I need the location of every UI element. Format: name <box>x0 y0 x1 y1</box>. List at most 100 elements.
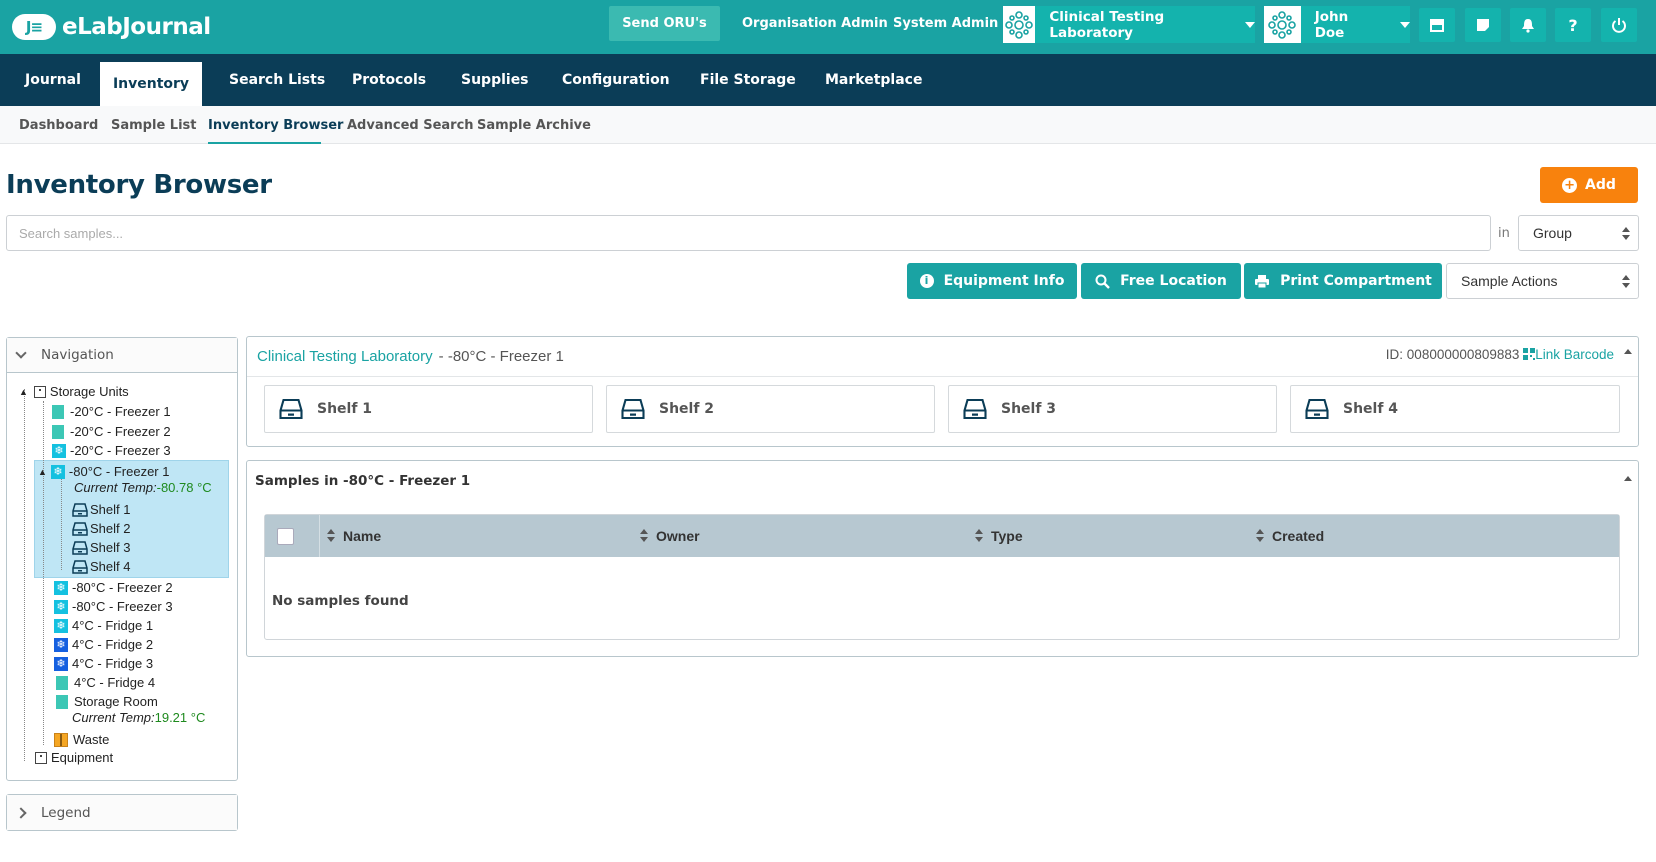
tree-shelf[interactable]: Shelf 1 <box>72 500 130 519</box>
tree-shelf[interactable]: Shelf 2 <box>72 519 130 538</box>
subnav-sample-list[interactable]: Sample List <box>111 118 196 133</box>
subnav-advanced-search[interactable]: Advanced Search <box>347 118 474 133</box>
add-button[interactable]: + Add <box>1540 167 1638 203</box>
tree-item[interactable]: 4°C - Fridge 4 <box>56 673 155 692</box>
nav-marketplace[interactable]: Marketplace <box>825 54 922 106</box>
tree-item-label: 4°C - Fridge 4 <box>74 675 156 690</box>
shelf-icon <box>963 398 987 420</box>
collapse-icon[interactable] <box>1624 476 1632 481</box>
lab-selector[interactable]: Clinical Testing Laboratory <box>1003 6 1255 43</box>
shelf-card-1[interactable]: Shelf 1 <box>264 385 593 433</box>
link-barcode-link[interactable]: Link Barcode <box>1523 347 1614 362</box>
snowflake-icon: ❄ <box>54 599 68 614</box>
tree-root-equipment[interactable]: Equipment <box>35 748 113 767</box>
tree-root-storage-units[interactable]: ▲ Storage Units <box>19 382 129 401</box>
help-icon[interactable]: ? <box>1555 8 1591 42</box>
tree-item[interactable]: -20°C - Freezer 2 <box>52 422 171 441</box>
tree-connector <box>24 389 25 761</box>
sample-actions-select[interactable]: Sample Actions <box>1446 263 1639 299</box>
main-nav: Journal Inventory Search Lists Protocols… <box>0 54 1656 106</box>
nav-journal[interactable]: Journal <box>25 54 81 106</box>
nav-configuration[interactable]: Configuration <box>562 54 670 106</box>
printer-icon <box>1255 274 1270 288</box>
user-menu[interactable]: John Doe <box>1264 6 1410 43</box>
column-owner[interactable]: Owner <box>640 528 700 544</box>
tree-item-label: Storage Room <box>74 694 158 709</box>
legend-panel-header[interactable]: Legend <box>7 795 237 830</box>
nav-inventory[interactable]: Inventory <box>100 62 202 106</box>
sample-actions-value: Sample Actions <box>1461 273 1558 289</box>
link-barcode-label: Link Barcode <box>1535 347 1614 362</box>
equipment-info-button[interactable]: i Equipment Info <box>907 263 1077 299</box>
sort-icon <box>327 529 335 543</box>
waste-icon <box>54 732 68 747</box>
organisation-admin-link[interactable]: Organisation Admin <box>742 16 888 31</box>
print-compartment-button[interactable]: Print Compartment <box>1244 263 1442 299</box>
shelf-card-3[interactable]: Shelf 3 <box>948 385 1277 433</box>
tree-item[interactable]: ❄ 4°C - Fridge 1 <box>54 616 153 635</box>
freezer-id: ID: 008000000809883 Link Barcode <box>1386 347 1614 362</box>
app-logo[interactable]: J≡ eLabJournal <box>12 12 211 42</box>
subnav-inventory-browser[interactable]: Inventory Browser <box>208 118 343 133</box>
user-name: John Doe <box>1314 8 1349 41</box>
shelf-card-label: Shelf 4 <box>1343 401 1399 417</box>
tree-item[interactable]: ❄ -20°C - Freezer 3 <box>52 441 171 460</box>
snowflake-icon: ❄ <box>54 618 68 633</box>
navigation-panel-header[interactable]: Navigation <box>7 338 237 373</box>
room-icon <box>56 694 68 709</box>
nav-supplies[interactable]: Supplies <box>461 54 529 106</box>
tree-item[interactable]: ❄ 4°C - Fridge 3 <box>54 654 153 673</box>
store-icon[interactable] <box>1419 8 1455 42</box>
sub-nav: Dashboard Sample List Inventory Browser … <box>0 106 1656 144</box>
column-name-label: Name <box>343 528 382 544</box>
tree-item-label: Waste <box>73 732 110 747</box>
power-icon[interactable] <box>1601 8 1637 42</box>
scope-select[interactable]: Group <box>1518 215 1639 251</box>
nav-protocols[interactable]: Protocols <box>352 54 426 106</box>
tree-item-label: -20°C - Freezer 3 <box>70 443 171 458</box>
free-location-button[interactable]: Free Location <box>1081 263 1241 299</box>
print-compartment-label: Print Compartment <box>1280 273 1432 289</box>
send-oru-button[interactable]: Send ORU's <box>609 6 720 41</box>
system-admin-link[interactable]: System Admin <box>893 16 998 31</box>
search-samples-input[interactable] <box>6 215 1491 251</box>
column-name[interactable]: Name <box>327 528 381 544</box>
select-all-checkbox[interactable] <box>277 528 294 545</box>
nav-file-storage[interactable]: File Storage <box>700 54 796 106</box>
subnav-dashboard[interactable]: Dashboard <box>19 118 98 133</box>
current-temp-value: -80.78 °C <box>156 480 212 495</box>
tree-item[interactable]: -20°C - Freezer 1 <box>52 402 171 421</box>
tree-item[interactable]: ❄ -80°C - Freezer 3 <box>54 597 173 616</box>
search-icon <box>1095 274 1110 289</box>
tree-connector <box>43 401 44 745</box>
tree-item-label: 4°C - Fridge 1 <box>72 618 154 633</box>
snowflake-icon: ❄ <box>52 443 66 458</box>
tree-item[interactable]: Waste <box>54 730 109 749</box>
free-location-label: Free Location <box>1120 273 1227 289</box>
shelf-icon <box>72 502 88 517</box>
sort-icon <box>640 529 648 543</box>
logo-text: eLabJournal <box>62 14 211 40</box>
nav-search-lists[interactable]: Search Lists <box>229 54 325 106</box>
tree-shelf[interactable]: Shelf 4 <box>72 557 130 576</box>
bell-icon[interactable] <box>1510 8 1546 42</box>
breadcrumb-lab-link[interactable]: Clinical Testing Laboratory <box>257 348 433 365</box>
column-type[interactable]: Type <box>975 528 1023 544</box>
legend-panel[interactable]: Legend <box>6 794 238 831</box>
empty-state-message: No samples found <box>272 593 409 609</box>
tree-item-label: -80°C - Freezer 3 <box>72 599 173 614</box>
shelf-card-4[interactable]: Shelf 4 <box>1290 385 1620 433</box>
tree-item[interactable]: ❄ 4°C - Fridge 2 <box>54 635 153 654</box>
shelf-card-2[interactable]: Shelf 2 <box>606 385 935 433</box>
column-created[interactable]: Created <box>1256 528 1324 544</box>
note-icon[interactable] <box>1465 8 1501 42</box>
plus-circle-icon: + <box>1562 177 1578 193</box>
lab-network-icon <box>1003 6 1036 43</box>
subnav-sample-archive[interactable]: Sample Archive <box>477 118 591 133</box>
tree-shelf[interactable]: Shelf 3 <box>72 538 130 557</box>
current-temp-label: Current Temp: <box>74 480 157 495</box>
collapse-icon[interactable] <box>1624 349 1632 354</box>
tree-item[interactable]: ❄ -80°C - Freezer 2 <box>54 578 173 597</box>
shelf-icon <box>72 521 88 536</box>
snowflake-icon: ❄ <box>50 464 65 479</box>
